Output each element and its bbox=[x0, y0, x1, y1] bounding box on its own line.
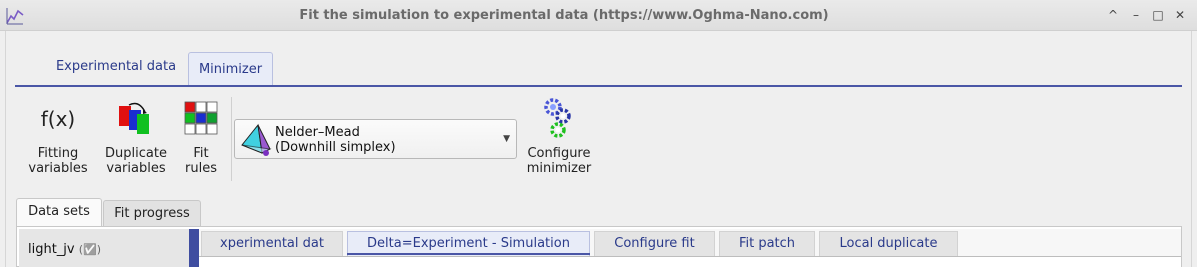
simplex-tetrahedron-icon bbox=[241, 123, 272, 156]
method-subtitle: (Downhill simplex) bbox=[275, 140, 396, 155]
maximize-button[interactable]: □ bbox=[1150, 7, 1166, 23]
toolbar-separator bbox=[231, 97, 232, 181]
minimizer-method-select[interactable]: Nelder–Mead (Downhill simplex) ▼ bbox=[234, 119, 517, 159]
method-name: Nelder–Mead bbox=[275, 125, 360, 140]
tab-local-duplicate[interactable]: Local duplicate bbox=[819, 231, 958, 256]
configure-minimizer-label-line2: minimizer bbox=[526, 161, 592, 176]
fit-rules-label-line1: Fit bbox=[193, 146, 209, 161]
tab-configure-fit[interactable]: Configure fit bbox=[594, 231, 715, 256]
dataset-enabled-check-icon: (✅) bbox=[78, 243, 102, 256]
shade-button[interactable]: ^ bbox=[1105, 7, 1121, 23]
tab-fit-progress[interactable]: Fit progress bbox=[103, 200, 201, 226]
dataset-name: light_jv bbox=[28, 242, 75, 257]
dataset-list: light_jv (✅) bbox=[19, 229, 189, 267]
duplicate-icon bbox=[119, 102, 149, 134]
configure-minimizer-button[interactable]: Configure minimizer bbox=[524, 98, 594, 176]
tab-underline bbox=[15, 85, 1182, 87]
fitting-variables-label-line1: Fitting bbox=[37, 146, 79, 161]
tab-fit-patch[interactable]: Fit patch bbox=[719, 231, 815, 256]
gears-icon bbox=[544, 98, 571, 138]
function-icon: f(x) bbox=[40, 107, 76, 131]
duplicate-variables-label-line1: Duplicate bbox=[105, 146, 167, 161]
tab-data-sets[interactable]: Data sets bbox=[16, 198, 102, 227]
dataset-selection-bar bbox=[189, 229, 199, 267]
dataset-item-light-jv[interactable]: light_jv (✅) bbox=[28, 242, 101, 257]
inner-tab-content bbox=[199, 256, 1181, 267]
minimize-button[interactable]: – bbox=[1128, 7, 1144, 23]
tab-experimental-data-inner[interactable]: xperimental dat bbox=[201, 231, 343, 256]
fitting-variables-button[interactable]: f(x) Fitting variables bbox=[25, 104, 91, 176]
fitting-variables-label-line2: variables bbox=[28, 161, 88, 176]
grid-rules-icon bbox=[184, 101, 218, 135]
duplicate-variables-button[interactable]: Duplicate variables bbox=[101, 100, 171, 176]
tab-experimental-data[interactable]: Experimental data bbox=[46, 50, 186, 84]
fit-rules-button[interactable]: Fit rules bbox=[181, 101, 221, 176]
inner-tab-underline bbox=[347, 253, 590, 255]
configure-minimizer-label-line1: Configure bbox=[527, 146, 591, 161]
tab-minimizer[interactable]: Minimizer bbox=[188, 52, 273, 86]
title-bar: Fit the simulation to experimental data … bbox=[0, 0, 1197, 31]
close-button[interactable]: ✕ bbox=[1172, 7, 1188, 23]
duplicate-variables-label-line2: variables bbox=[106, 161, 166, 176]
dropdown-arrow-icon: ▼ bbox=[503, 134, 510, 144]
fit-rules-label-line2: rules bbox=[185, 161, 217, 176]
window-title: Fit the simulation to experimental data … bbox=[299, 8, 829, 23]
